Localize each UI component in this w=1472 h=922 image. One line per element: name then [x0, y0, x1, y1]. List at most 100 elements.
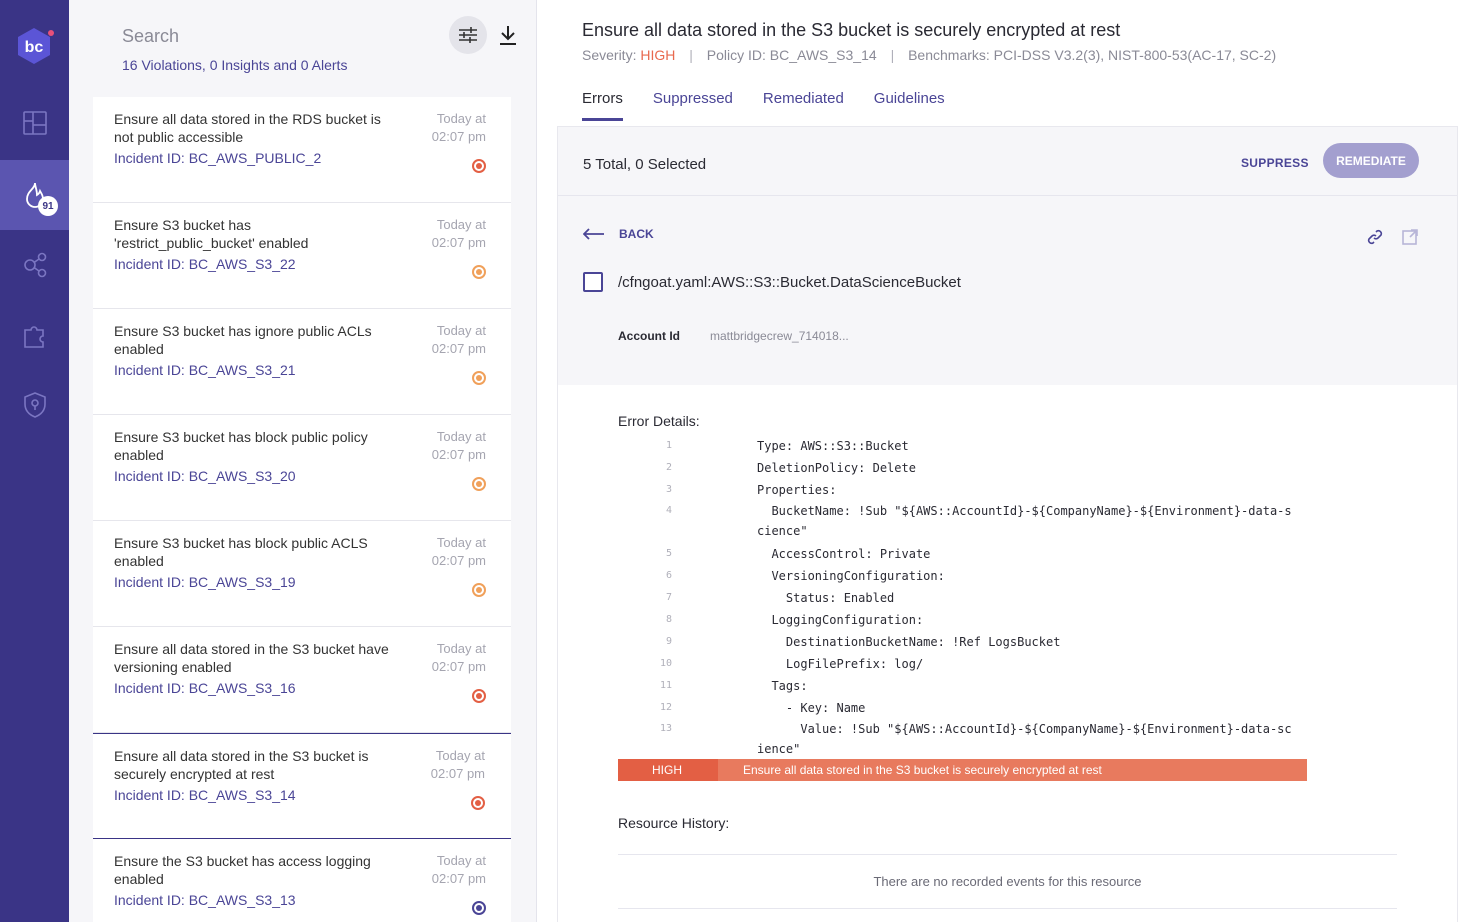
code-text: Value: !Sub "${AWS::AccountId}-${Company…: [757, 722, 1292, 756]
line-number: 8: [665, 614, 672, 625]
violation-card-selected[interactable]: Ensure all data stored in the S3 bucket …: [93, 733, 511, 839]
line-number: 3: [665, 484, 672, 495]
back-label: BACK: [619, 227, 654, 241]
incident-id: Incident ID: BC_AWS_S3_13: [114, 892, 296, 908]
violation-time: Today at 02:07 pm: [431, 323, 486, 356]
bridgecrew-logo[interactable]: bc: [14, 26, 54, 66]
code-text: BucketName: !Sub "${AWS::AccountId}-${Co…: [757, 504, 1292, 538]
history-empty-message: There are no recorded events for this re…: [873, 874, 1142, 889]
sliders-icon: [459, 27, 477, 43]
violation-title: Ensure S3 bucket has block public ACLS e…: [114, 535, 368, 569]
code-line: 6 VersioningConfiguration:: [618, 565, 1308, 587]
code-line: 4 BucketName: !Sub "${AWS::AccountId}-${…: [618, 501, 1308, 543]
incident-id: Incident ID: BC_AWS_S3_14: [114, 787, 296, 803]
violation-card[interactable]: Ensure S3 bucket has block public policy…: [93, 415, 511, 521]
incidents-count-badge: 91: [38, 196, 58, 216]
code-line: 9 DestinationBucketName: !Ref LogsBucket: [618, 631, 1308, 653]
shield-icon: [23, 392, 46, 418]
tab-remediated[interactable]: Remediated: [763, 90, 844, 121]
detail-meta: Severity: HIGH | Policy ID: BC_AWS_S3_14…: [582, 47, 1276, 63]
line-number: 10: [659, 658, 672, 669]
nav-connections[interactable]: [0, 230, 69, 300]
resource-path: /cfngoat.yaml:AWS::S3::Bucket.DataScienc…: [618, 274, 961, 291]
violation-card[interactable]: Ensure all data stored in the RDS bucket…: [93, 97, 511, 203]
search-input[interactable]: Search: [122, 26, 179, 47]
violation-time: Today at 02:07 pm: [431, 535, 486, 568]
svg-text:bc: bc: [25, 39, 44, 56]
line-number: 12: [659, 702, 672, 713]
severity-indicator: [472, 583, 486, 597]
back-button[interactable]: BACK: [583, 227, 654, 241]
code-line: 8 LoggingConfiguration:: [618, 609, 1308, 631]
violation-time: Today at 02:07 pm: [430, 748, 485, 781]
download-icon: [500, 26, 516, 45]
divider: [618, 854, 1397, 855]
violation-card[interactable]: Ensure all data stored in the S3 bucket …: [93, 627, 511, 733]
incident-id: Incident ID: BC_AWS_S3_21: [114, 362, 296, 378]
violation-title: Ensure S3 bucket has block public policy…: [114, 429, 368, 463]
severity-indicator: [472, 477, 486, 491]
error-severity: HIGH: [618, 759, 718, 781]
code-text: Status: Enabled: [757, 591, 895, 605]
tab-guidelines[interactable]: Guidelines: [874, 90, 945, 121]
resource-history-label: Resource History:: [618, 815, 730, 831]
resource-checkbox[interactable]: [583, 272, 603, 292]
nav-policies[interactable]: [0, 370, 69, 440]
violation-time: Today at 02:07 pm: [431, 429, 486, 462]
severity-indicator: [472, 689, 486, 703]
code-line: 11 Tags:: [618, 675, 1308, 697]
tab-suppressed[interactable]: Suppressed: [653, 90, 733, 121]
code-line: 10 LogFilePrefix: log/: [618, 653, 1308, 675]
line-number: 5: [665, 548, 672, 559]
violation-time: Today at 02:07 pm: [431, 111, 486, 144]
resource-header: 5 Total, 0 Selected SUPPRESS REMEDIATE B…: [558, 127, 1457, 385]
nav-incidents[interactable]: 91: [0, 160, 69, 230]
code-block: 1 Type: AWS::S3::Bucket 2 DeletionPolicy: D…: [618, 435, 1308, 761]
tab-errors[interactable]: Errors: [582, 90, 623, 121]
severity-indicator: [472, 159, 486, 173]
violation-card[interactable]: Ensure S3 bucket has 'restrict_public_bu…: [93, 203, 511, 309]
code-text: LogFilePrefix: log/: [757, 657, 924, 671]
code-line: 7 Status: Enabled: [618, 587, 1308, 609]
account-id-label: Account Id: [618, 329, 680, 343]
code-line: 2 DeletionPolicy: Delete: [618, 457, 1308, 479]
severity-indicator: [472, 265, 486, 279]
download-button[interactable]: [493, 20, 523, 50]
line-number: 9: [665, 636, 672, 647]
divider: [558, 195, 1457, 196]
puzzle-icon: [23, 326, 44, 348]
copy-link-button[interactable]: [1366, 228, 1384, 251]
severity-indicator: [471, 796, 485, 810]
code-text: AccessControl: Private: [757, 547, 931, 561]
error-severity-bar: HIGH Ensure all data stored in the S3 bu…: [618, 759, 1307, 781]
open-external-button[interactable]: [1401, 228, 1419, 251]
remediate-button[interactable]: REMEDIATE: [1323, 143, 1419, 178]
violation-card[interactable]: Ensure S3 bucket has ignore public ACLs …: [93, 309, 511, 415]
line-number: 7: [665, 592, 672, 603]
violation-card[interactable]: Ensure S3 bucket has block public ACLS e…: [93, 521, 511, 627]
nav-dashboard[interactable]: [0, 88, 69, 158]
nav-integrations[interactable]: [0, 300, 69, 370]
violations-panel: Search 16 Violations, 0 Insights and 0 A…: [69, 0, 537, 922]
divider: [618, 908, 1397, 909]
incident-id: Incident ID: BC_AWS_PUBLIC_2: [114, 150, 322, 166]
link-icon: [1367, 229, 1383, 245]
selection-total: 5 Total, 0 Selected: [583, 156, 707, 173]
error-message: Ensure all data stored in the S3 bucket …: [743, 763, 1102, 777]
arrow-left-icon: [583, 228, 604, 240]
benchmarks: Benchmarks: PCI-DSS V3.2(3), NIST-800-53…: [908, 47, 1277, 63]
code-text: Tags:: [757, 679, 808, 693]
suppress-button[interactable]: SUPPRESS: [1241, 156, 1309, 170]
code-line: 3 Properties:: [618, 479, 1308, 501]
violations-list: Ensure all data stored in the RDS bucket…: [93, 97, 511, 922]
share-nodes-icon: [23, 252, 46, 278]
violation-card[interactable]: Ensure the S3 bucket has access logging …: [93, 839, 511, 922]
code-line: 5 AccessControl: Private: [618, 543, 1308, 565]
policy-id: Policy ID: BC_AWS_S3_14: [706, 47, 877, 63]
filter-button[interactable]: [449, 16, 487, 54]
violation-title: Ensure all data stored in the RDS bucket…: [114, 111, 381, 145]
code-text: Properties:: [757, 483, 837, 497]
incident-id: Incident ID: BC_AWS_S3_20: [114, 468, 296, 484]
violations-summary: 16 Violations, 0 Insights and 0 Alerts: [122, 57, 348, 73]
line-number: 6: [665, 570, 672, 581]
